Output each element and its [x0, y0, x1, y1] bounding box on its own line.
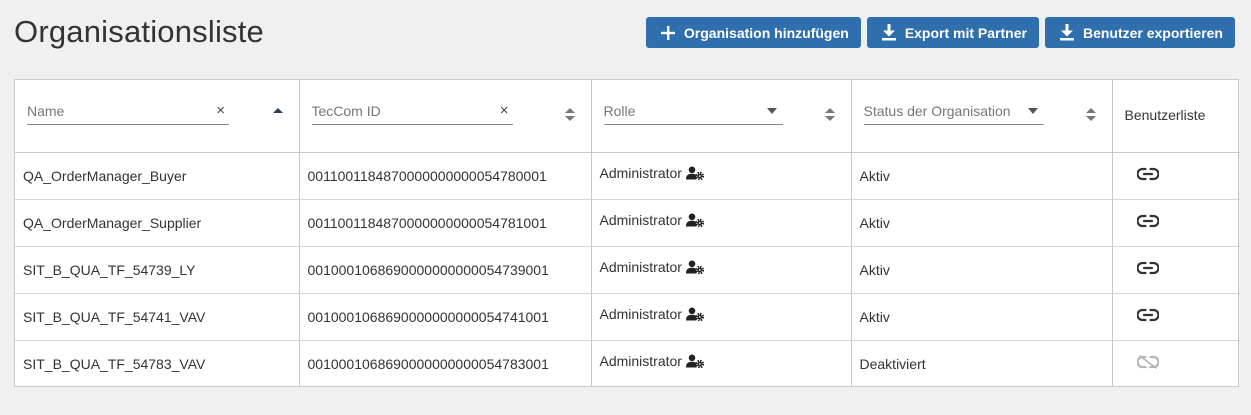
- status-label: Aktiv: [859, 167, 890, 184]
- status-filter-placeholder: Status der Organisation: [863, 103, 1011, 120]
- user-gear-icon: [685, 354, 704, 368]
- cell-userlist: [1112, 293, 1240, 341]
- organisation-name: QA_OrderManager_Buyer: [23, 167, 187, 184]
- page-title: Organisationsliste: [14, 14, 264, 49]
- cell-teccom-id: 0010001068690000000000054741001: [299, 293, 592, 341]
- chevron-down-icon: [766, 107, 777, 114]
- user-gear-icon: [685, 166, 704, 180]
- cell-teccom-id: 0011001184870000000000054781001: [299, 199, 592, 247]
- link-icon[interactable]: [1135, 167, 1160, 184]
- plus-icon: [660, 25, 675, 40]
- cell-status: Deaktiviert: [851, 340, 1113, 387]
- teccom-id: 0011001184870000000000054781001: [307, 214, 547, 231]
- cell-name: QA_OrderManager_Supplier: [15, 199, 300, 247]
- link-icon[interactable]: [1135, 261, 1160, 278]
- sort-icon[interactable]: [824, 108, 835, 124]
- clear-icon[interactable]: ×: [216, 102, 225, 119]
- unlink-icon[interactable]: [1135, 355, 1160, 372]
- clear-icon[interactable]: ×: [500, 102, 509, 119]
- sort-ascending-icon[interactable]: [272, 108, 283, 124]
- cell-teccom-id: 0010001068690000000000054783001: [299, 340, 592, 387]
- organisation-table: × ×: [14, 79, 1240, 387]
- table-row: QA_OrderManager_Supplier 001100118487000…: [15, 199, 1240, 247]
- column-header-teccom-id: ×: [299, 80, 592, 153]
- add-organisation-label: Organisation hinzufügen: [683, 24, 849, 41]
- column-header-status: Status der Organisation: [851, 80, 1113, 153]
- name-filter-input[interactable]: [27, 103, 229, 120]
- cell-status: Aktiv: [851, 152, 1113, 200]
- cell-name: SIT_B_QUA_TF_54739_LY: [15, 246, 300, 294]
- column-header-name: ×: [15, 80, 300, 153]
- cell-teccom-id: 0010001068690000000000054739001: [299, 246, 592, 294]
- sort-icon[interactable]: [564, 108, 575, 124]
- teccom-id: 0011001184870000000000054780001: [307, 167, 547, 184]
- user-gear-icon: [685, 213, 704, 227]
- role-label: Administrator: [599, 211, 682, 228]
- teccom-id: 0010001068690000000000054741001: [307, 308, 549, 325]
- role-label: Administrator: [599, 305, 682, 322]
- teccom-id: 0010001068690000000000054739001: [307, 261, 549, 278]
- user-gear-icon: [685, 307, 704, 321]
- cell-userlist: [1112, 246, 1240, 294]
- export-users-button[interactable]: Benutzer exportieren: [1044, 17, 1235, 48]
- role-label: Administrator: [599, 352, 682, 369]
- export-partner-button[interactable]: Export mit Partner: [866, 17, 1039, 48]
- sort-icon[interactable]: [1085, 108, 1096, 124]
- teccom-filter: ×: [311, 99, 513, 125]
- cell-teccom-id: 0011001184870000000000054780001: [299, 152, 592, 200]
- role-label: Administrator: [599, 258, 682, 275]
- cell-role: Administrator: [591, 199, 852, 247]
- cell-status: Aktiv: [851, 293, 1113, 341]
- cell-role: Administrator: [591, 340, 852, 387]
- column-header-role: Rolle: [591, 80, 852, 153]
- download-icon: [881, 24, 896, 41]
- status-label: Aktiv: [859, 261, 890, 278]
- toolbar: Organisation hinzufügen Export mit Partn…: [645, 17, 1235, 48]
- userlist-header-label: Benutzerliste: [1124, 106, 1206, 123]
- cell-name: QA_OrderManager_Buyer: [15, 152, 300, 200]
- organisation-name: SIT_B_QUA_TF_54739_LY: [23, 261, 196, 278]
- organisation-name: SIT_B_QUA_TF_54783_VAV: [23, 355, 206, 372]
- teccom-filter-input[interactable]: [311, 103, 513, 120]
- status-label: Deaktiviert: [859, 355, 926, 372]
- link-icon[interactable]: [1135, 308, 1160, 325]
- organisation-name: QA_OrderManager_Supplier: [23, 214, 202, 231]
- status-label: Aktiv: [859, 308, 890, 325]
- table-row: SIT_B_QUA_TF_54739_LY 001000106869000000…: [15, 246, 1240, 294]
- cell-userlist: [1112, 340, 1240, 387]
- export-users-label: Benutzer exportieren: [1082, 24, 1223, 41]
- cell-status: Aktiv: [851, 199, 1113, 247]
- cell-role: Administrator: [591, 152, 852, 200]
- role-filter-select[interactable]: Rolle: [603, 99, 783, 125]
- chevron-down-icon: [1027, 107, 1038, 114]
- link-icon[interactable]: [1135, 214, 1160, 231]
- cell-userlist: [1112, 199, 1240, 247]
- download-icon: [1059, 24, 1074, 41]
- user-gear-icon: [685, 260, 704, 274]
- export-partner-label: Export mit Partner: [904, 24, 1027, 41]
- cell-name: SIT_B_QUA_TF_54741_VAV: [15, 293, 300, 341]
- status-label: Aktiv: [859, 214, 890, 231]
- status-filter-select[interactable]: Status der Organisation: [863, 99, 1044, 125]
- role-filter-placeholder: Rolle: [603, 103, 636, 120]
- cell-userlist: [1112, 152, 1240, 200]
- cell-status: Aktiv: [851, 246, 1113, 294]
- table-header-row: × ×: [15, 80, 1240, 153]
- table-row: SIT_B_QUA_TF_54741_VAV 00100010686900000…: [15, 293, 1240, 341]
- cell-role: Administrator: [591, 293, 852, 341]
- cell-name: SIT_B_QUA_TF_54783_VAV: [15, 340, 300, 387]
- role-label: Administrator: [599, 164, 682, 181]
- teccom-id: 0010001068690000000000054783001: [307, 355, 549, 372]
- organisation-name: SIT_B_QUA_TF_54741_VAV: [23, 308, 206, 325]
- add-organisation-button[interactable]: Organisation hinzufügen: [645, 17, 861, 48]
- table-row: QA_OrderManager_Buyer 001100118487000000…: [15, 152, 1240, 200]
- cell-role: Administrator: [591, 246, 852, 294]
- name-filter: ×: [27, 99, 229, 125]
- column-header-userlist: Benutzerliste: [1112, 80, 1240, 153]
- table-row: SIT_B_QUA_TF_54783_VAV 00100010686900000…: [15, 340, 1240, 387]
